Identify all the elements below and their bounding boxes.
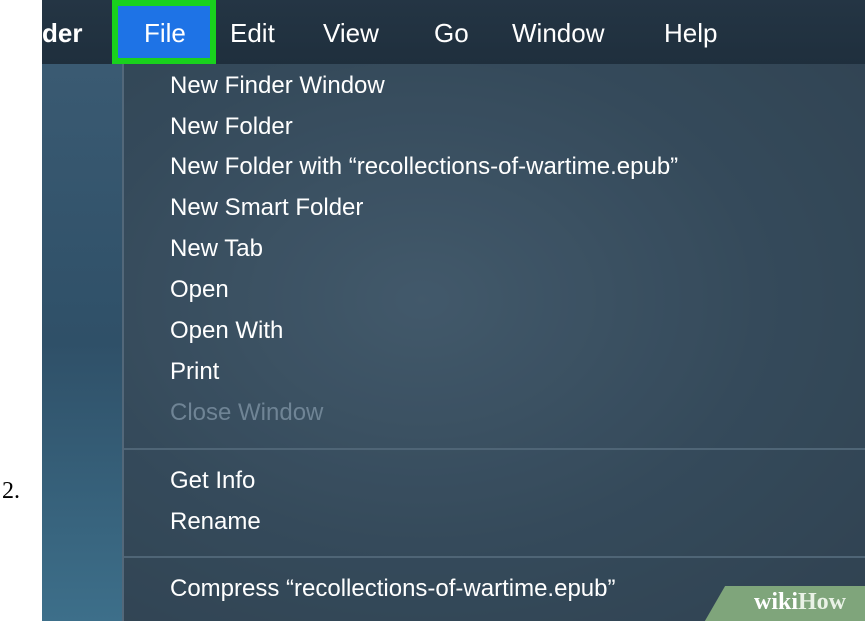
menu-item-open-with[interactable]: Open With [170, 317, 283, 345]
menu-item-get-info[interactable]: Get Info [170, 467, 255, 495]
wikihow-watermark: wikiHow [754, 589, 846, 616]
menu-edit[interactable]: Edit [230, 0, 275, 64]
app-menu-finder[interactable]: der [42, 0, 82, 64]
menu-file[interactable]: File [112, 0, 216, 64]
menu-go[interactable]: Go [434, 0, 469, 64]
menu-item-compress[interactable]: Compress “recollections-of-wartime.epub” [170, 575, 615, 603]
menu-window[interactable]: Window [512, 0, 604, 64]
menu-item-rename[interactable]: Rename [170, 508, 261, 536]
menu-item-new-smart-folder[interactable]: New Smart Folder [170, 194, 363, 222]
mac-screen: der File Edit View Go Window Help New Fi… [42, 0, 865, 621]
menu-item-new-finder-window[interactable]: New Finder Window [170, 72, 385, 100]
menu-item-print[interactable]: Print [170, 358, 219, 386]
menu-separator [124, 556, 865, 558]
step-number: 2. [2, 478, 20, 504]
menu-help[interactable]: Help [664, 0, 717, 64]
menu-item-new-folder[interactable]: New Folder [170, 113, 293, 141]
watermark-wiki: wiki [754, 589, 799, 615]
file-menu-dropdown: New Finder Window New Folder New Folder … [122, 64, 865, 621]
desktop-background [42, 64, 122, 621]
menu-item-new-folder-with-selection[interactable]: New Folder with “recollections-of-wartim… [170, 153, 678, 181]
watermark-how: How [798, 589, 847, 615]
menu-item-new-tab[interactable]: New Tab [170, 235, 263, 263]
menu-item-close-window: Close Window [170, 399, 324, 426]
menu-separator [124, 448, 865, 450]
menu-bar: der File Edit View Go Window Help [42, 0, 865, 64]
menu-view[interactable]: View [323, 0, 379, 64]
menu-item-open[interactable]: Open [170, 276, 229, 304]
